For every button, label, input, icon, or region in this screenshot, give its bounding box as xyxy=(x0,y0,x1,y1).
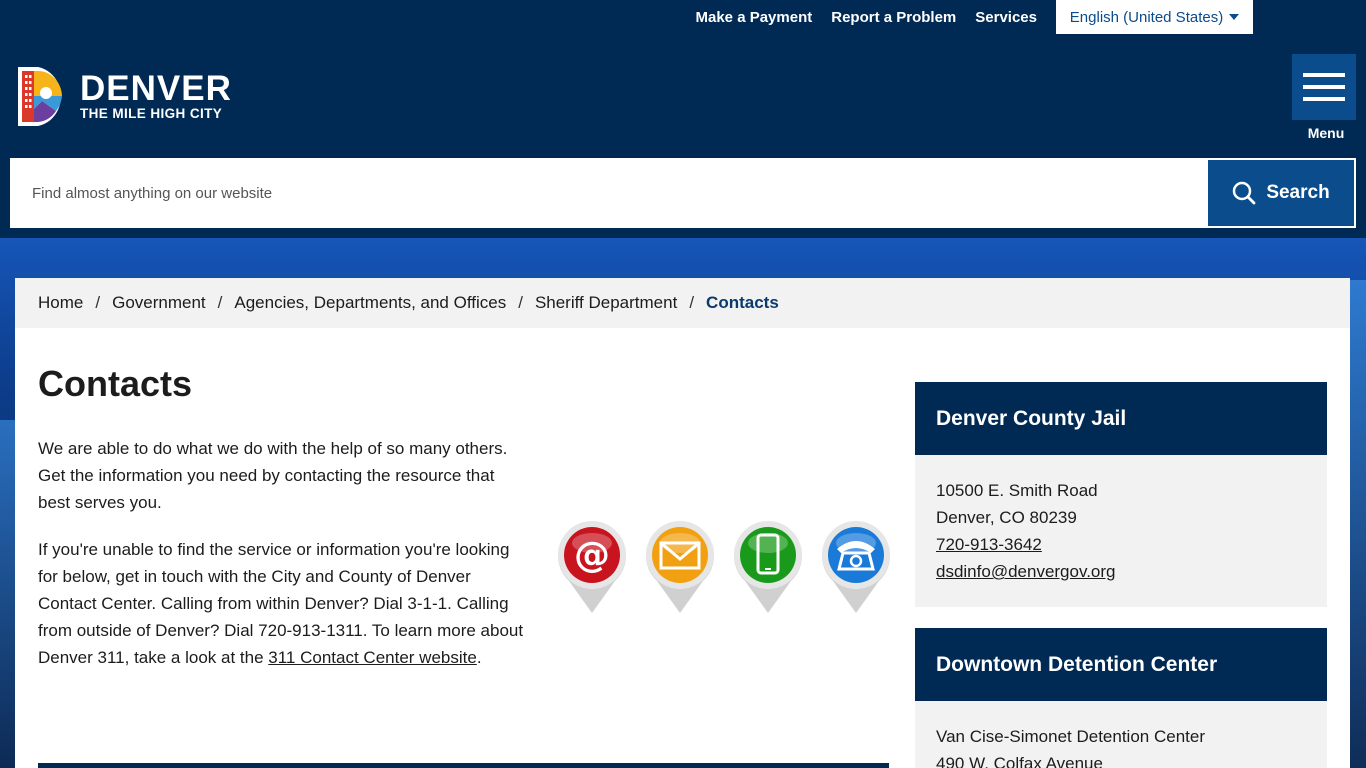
section-divider xyxy=(38,763,889,768)
menu-button[interactable] xyxy=(1292,54,1356,120)
svg-text:@: @ xyxy=(574,535,610,576)
search-button[interactable]: Search xyxy=(1208,160,1354,226)
breadcrumb-separator: / xyxy=(95,293,101,312)
intro-paragraph-1: We are able to do what we do with the he… xyxy=(38,439,508,512)
downtown-line-2: 490 W. Colfax Avenue xyxy=(936,754,1103,768)
jail-contact-box: Denver County Jail 10500 E. Smith Road D… xyxy=(915,382,1327,607)
caret-down-icon xyxy=(1229,14,1240,20)
search-icon xyxy=(1233,181,1256,205)
language-label: English (United States) xyxy=(1069,8,1224,26)
telephone-icon xyxy=(822,521,890,613)
jail-title: Denver County Jail xyxy=(915,382,1327,455)
search-button-label: Search xyxy=(1266,182,1330,203)
hamburger-icon xyxy=(1303,73,1345,77)
logo-wordmark: DENVER THE MILE HIGH CITY xyxy=(80,68,232,122)
report-problem-link[interactable]: Report a Problem xyxy=(831,9,956,26)
email-at-icon: @ xyxy=(558,521,626,613)
language-select[interactable]: English (United States) xyxy=(1056,0,1253,34)
breadcrumb-separator: / xyxy=(518,293,523,312)
skyline-right-edge xyxy=(1350,280,1366,768)
site-header: Make a Payment Report a Problem Services… xyxy=(0,0,1366,238)
skyline-left-edge xyxy=(0,420,16,768)
content-card: Home / Government / Agencies, Department… xyxy=(15,278,1350,768)
page-title: Contacts xyxy=(38,363,193,404)
jail-phone-link[interactable]: 720-913-3642 xyxy=(936,535,1042,554)
contact-center-link[interactable]: 311 Contact Center website xyxy=(268,648,477,667)
denver-logo[interactable]: DENVER THE MILE HIGH CITY xyxy=(16,65,232,128)
contact-icons: @ xyxy=(555,519,894,615)
breadcrumb-current: Contacts xyxy=(706,293,779,312)
logo-name: DENVER xyxy=(80,68,232,108)
breadcrumb-separator: / xyxy=(217,293,223,312)
breadcrumb-sheriff[interactable]: Sheriff Department xyxy=(535,293,677,313)
jail-details: 10500 E. Smith Road Denver, CO 80239 720… xyxy=(915,455,1327,607)
jail-address-line-2: Denver, CO 80239 xyxy=(936,508,1077,527)
downtown-details: Van Cise-Simonet Detention Center 490 W.… xyxy=(915,701,1327,768)
site-search: Search xyxy=(10,158,1356,228)
breadcrumb-separator: / xyxy=(689,293,695,312)
breadcrumb-government[interactable]: Government xyxy=(112,293,206,313)
utility-nav: Make a Payment Report a Problem Services… xyxy=(696,0,1253,34)
intro-paragraph-2-end: . xyxy=(476,648,482,667)
breadcrumb: Home / Government / Agencies, Department… xyxy=(15,278,1350,328)
search-input[interactable] xyxy=(10,158,1206,228)
downtown-title: Downtown Detention Center xyxy=(915,628,1327,701)
downtown-line-1: Van Cise-Simonet Detention Center xyxy=(936,727,1205,746)
logo-tagline: THE MILE HIGH CITY xyxy=(80,105,223,121)
jail-email-link[interactable]: dsdinfo@denvergov.org xyxy=(936,562,1116,581)
envelope-icon xyxy=(646,521,714,613)
services-link[interactable]: Services xyxy=(975,9,1037,26)
intro-paragraph-2: If you're unable to find the service or … xyxy=(38,536,528,671)
mobile-phone-icon xyxy=(734,521,802,613)
breadcrumb-agencies[interactable]: Agencies, Departments, and Offices xyxy=(234,293,506,313)
jail-address-line-1: 10500 E. Smith Road xyxy=(936,481,1098,500)
make-payment-link[interactable]: Make a Payment xyxy=(696,9,813,26)
hamburger-icon-bar xyxy=(1303,85,1345,89)
denver-d-logo-icon xyxy=(18,67,62,126)
intro-text: We are able to do what we do with the he… xyxy=(38,435,528,691)
hamburger-icon-bar xyxy=(1303,97,1345,101)
breadcrumb-home[interactable]: Home xyxy=(38,293,83,313)
downtown-contact-box: Downtown Detention Center Van Cise-Simon… xyxy=(915,628,1327,768)
menu-label[interactable]: Menu xyxy=(1292,125,1360,141)
